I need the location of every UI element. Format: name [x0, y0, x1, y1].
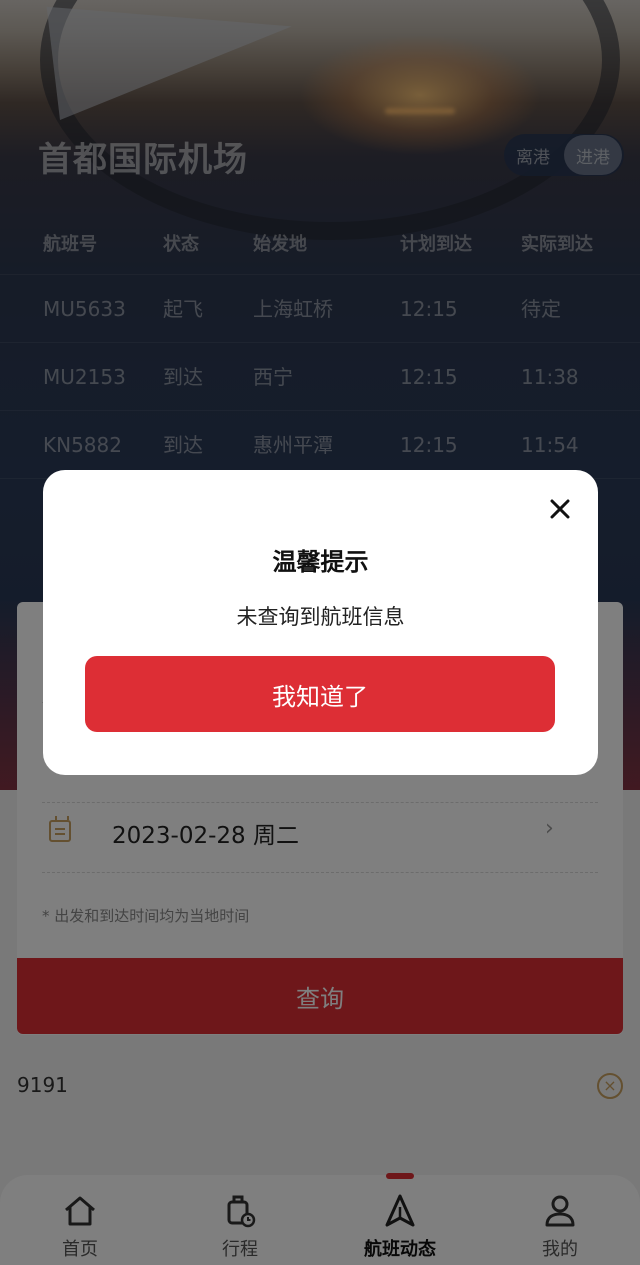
- close-icon[interactable]: [545, 494, 575, 524]
- dialog-title: 温馨提示: [272, 548, 369, 576]
- notice-dialog: 温馨提示 未查询到航班信息 我知道了: [43, 470, 598, 775]
- dialog-message: 未查询到航班信息: [236, 605, 405, 629]
- confirm-button[interactable]: 我知道了: [85, 656, 555, 732]
